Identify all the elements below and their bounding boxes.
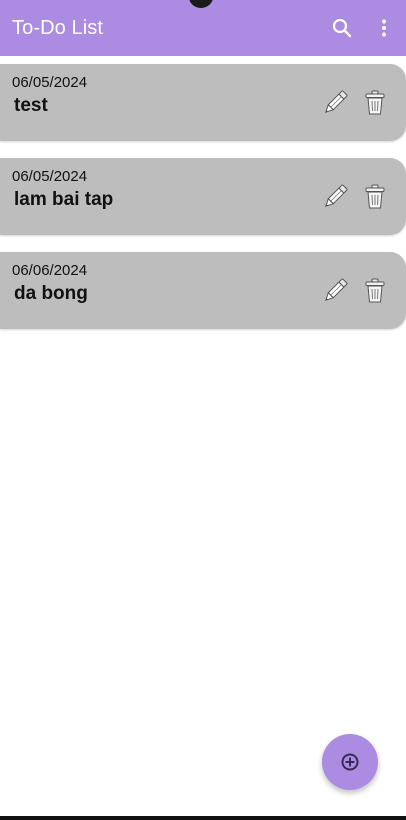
task-date: 06/05/2024 <box>12 74 88 91</box>
more-options-button[interactable] <box>370 14 398 42</box>
trash-icon <box>365 278 385 303</box>
trash-icon <box>365 184 385 209</box>
pencil-icon <box>325 184 348 207</box>
delete-task-button[interactable] <box>364 278 386 304</box>
more-vert-icon <box>382 19 386 37</box>
delete-task-button[interactable] <box>364 184 386 210</box>
search-icon <box>332 18 352 38</box>
task-title: test <box>14 95 48 116</box>
system-nav-bar <box>0 816 406 820</box>
task-card[interactable]: 06/05/2024 lam bai tap <box>0 158 406 235</box>
task-title: lam bai tap <box>14 189 114 210</box>
task-date: 06/05/2024 <box>12 168 88 185</box>
edit-task-button[interactable] <box>320 276 350 306</box>
search-button[interactable] <box>328 14 356 42</box>
task-list: 06/05/2024 test 06/05/2024 lam bai tap 0… <box>0 64 406 346</box>
edit-task-button[interactable] <box>320 88 350 118</box>
edit-task-button[interactable] <box>320 182 350 212</box>
add-task-fab[interactable] <box>322 734 378 790</box>
pencil-icon <box>325 278 348 301</box>
pencil-icon <box>325 90 348 113</box>
camera-cutout <box>189 0 213 8</box>
trash-icon <box>365 90 385 115</box>
app-title: To-Do List <box>12 17 104 39</box>
task-date: 06/06/2024 <box>12 262 88 279</box>
task-card[interactable]: 06/06/2024 da bong <box>0 252 406 329</box>
app-bar: To-Do List <box>0 0 406 56</box>
task-title: da bong <box>14 283 88 304</box>
add-circle-icon <box>341 753 359 771</box>
delete-task-button[interactable] <box>364 90 386 116</box>
task-card[interactable]: 06/05/2024 test <box>0 64 406 141</box>
